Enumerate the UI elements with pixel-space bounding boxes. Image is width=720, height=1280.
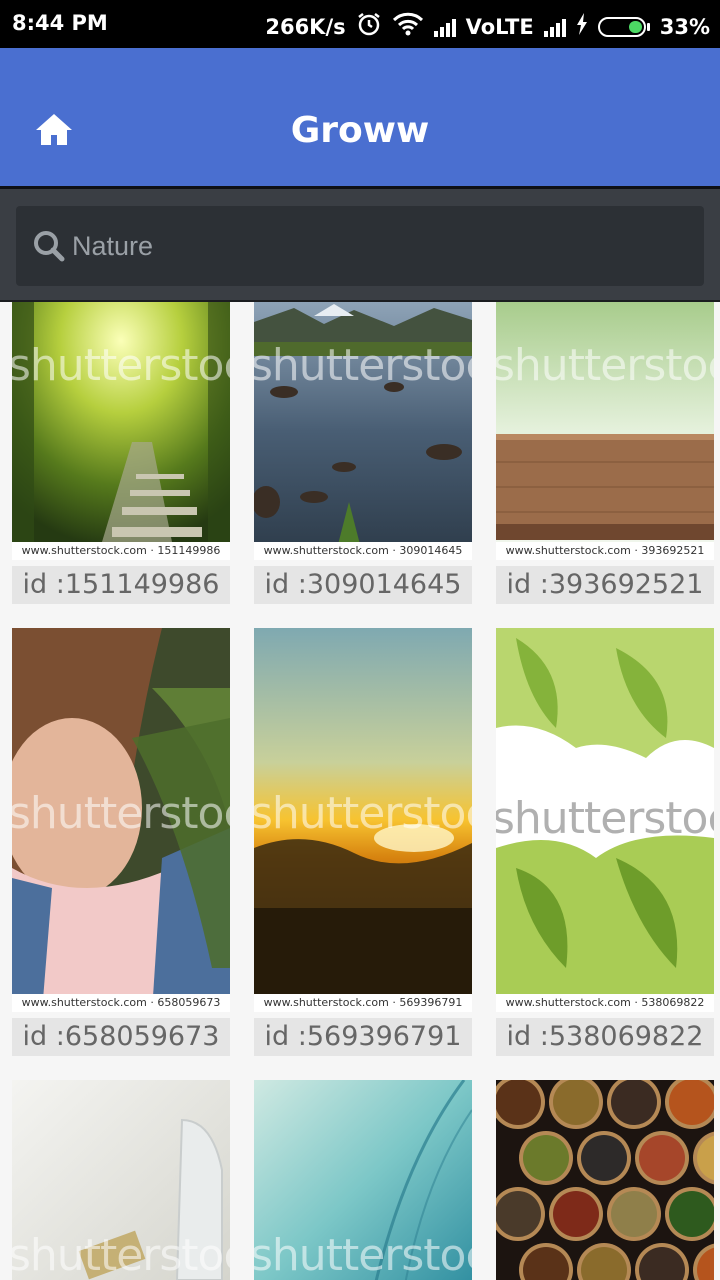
image-thumbnail[interactable]: shutterstock www.shutterstock.com · 6580… [12,628,230,1012]
signal-icon [433,17,456,37]
image-thumbnail[interactable]: shutterstock www.shutterstock.com · 5693… [254,628,472,1012]
search-icon [34,231,65,262]
spice-bowl [553,1191,599,1237]
grid-card[interactable]: shutterstock www.shutterstock.com · 3090… [254,302,472,604]
grid-card[interactable]: shutterstock www.shutterstock.com · 6580… [12,628,230,1056]
battery-percent: 33% [659,14,710,39]
signal-icon-2 [543,17,566,37]
grid-card[interactable]: shutterstock www.shutterstock.com · 3936… [496,302,714,604]
image-credit: www.shutterstock.com · 309014645 [254,542,472,560]
image-credit: www.shutterstock.com · 393692521 [496,542,714,560]
image-thumbnail[interactable]: shutterstock [254,1080,472,1280]
image-credit: www.shutterstock.com · 658059673 [12,994,230,1012]
grid-card[interactable]: shutterstock www.shutterstock.com · 1511… [12,302,230,604]
search-input[interactable] [72,230,704,262]
image-thumbnail[interactable]: shutterstock www.shutterstock.com · 1511… [12,302,230,560]
search-bar[interactable] [16,206,704,286]
image-id-label: id :658059673 [12,1018,230,1056]
wifi-icon [392,12,424,41]
grid-card[interactable]: shutterstock www.shutterstock.com · 5693… [254,628,472,1056]
alarm-icon [356,11,382,42]
image-id-label: id :538069822 [496,1018,714,1056]
network-type: VoLTE [465,14,534,39]
image-credit: www.shutterstock.com · 569396791 [254,994,472,1012]
image-id-label: id :393692521 [496,566,714,604]
spice-bowl [553,1080,599,1125]
image-id-label: id :151149986 [12,566,230,604]
spice-bowl [523,1135,569,1181]
grid-card[interactable]: shutterstock [12,1080,230,1280]
image-id-label: id :309014645 [254,566,472,604]
status-time: 8:44 PM [12,11,108,35]
status-bar: 8:44 PM 266K/s VoLTE 33% [0,0,720,48]
image-id-label: id :569396791 [254,1018,472,1056]
grid-card[interactable] [496,1080,714,1280]
image-thumbnail[interactable]: shutterstock [12,1080,230,1280]
search-section [0,189,720,302]
image-thumbnail[interactable]: shutterstock www.shutterstock.com · 3936… [496,302,714,560]
grid-card[interactable]: shutterstock [254,1080,472,1280]
image-credit: www.shutterstock.com · 538069822 [496,994,714,1012]
grid-card[interactable]: shutterstock www.shutterstock.com · 5380… [496,628,714,1056]
spice-bowl [669,1191,714,1237]
image-thumbnail[interactable]: shutterstock www.shutterstock.com · 3090… [254,302,472,560]
app-title: Groww [290,110,430,151]
app-bar: Groww [0,48,720,186]
image-thumbnail[interactable]: shutterstock www.shutterstock.com · 5380… [496,628,714,1012]
spice-bowl [639,1135,685,1181]
spice-bowl [611,1080,657,1125]
image-credit: www.shutterstock.com · 151149986 [12,542,230,560]
spice-bowl [581,1135,627,1181]
image-grid: shutterstock www.shutterstock.com · 1511… [0,302,720,1280]
bolt-icon [576,13,588,40]
image-thumbnail[interactable] [496,1080,714,1280]
battery-icon [597,16,650,37]
spice-bowl [496,1191,541,1237]
spice-bowl [669,1080,714,1125]
spice-bowl [611,1191,657,1237]
spice-bowl [496,1080,541,1125]
network-speed: 266K/s [265,14,346,39]
